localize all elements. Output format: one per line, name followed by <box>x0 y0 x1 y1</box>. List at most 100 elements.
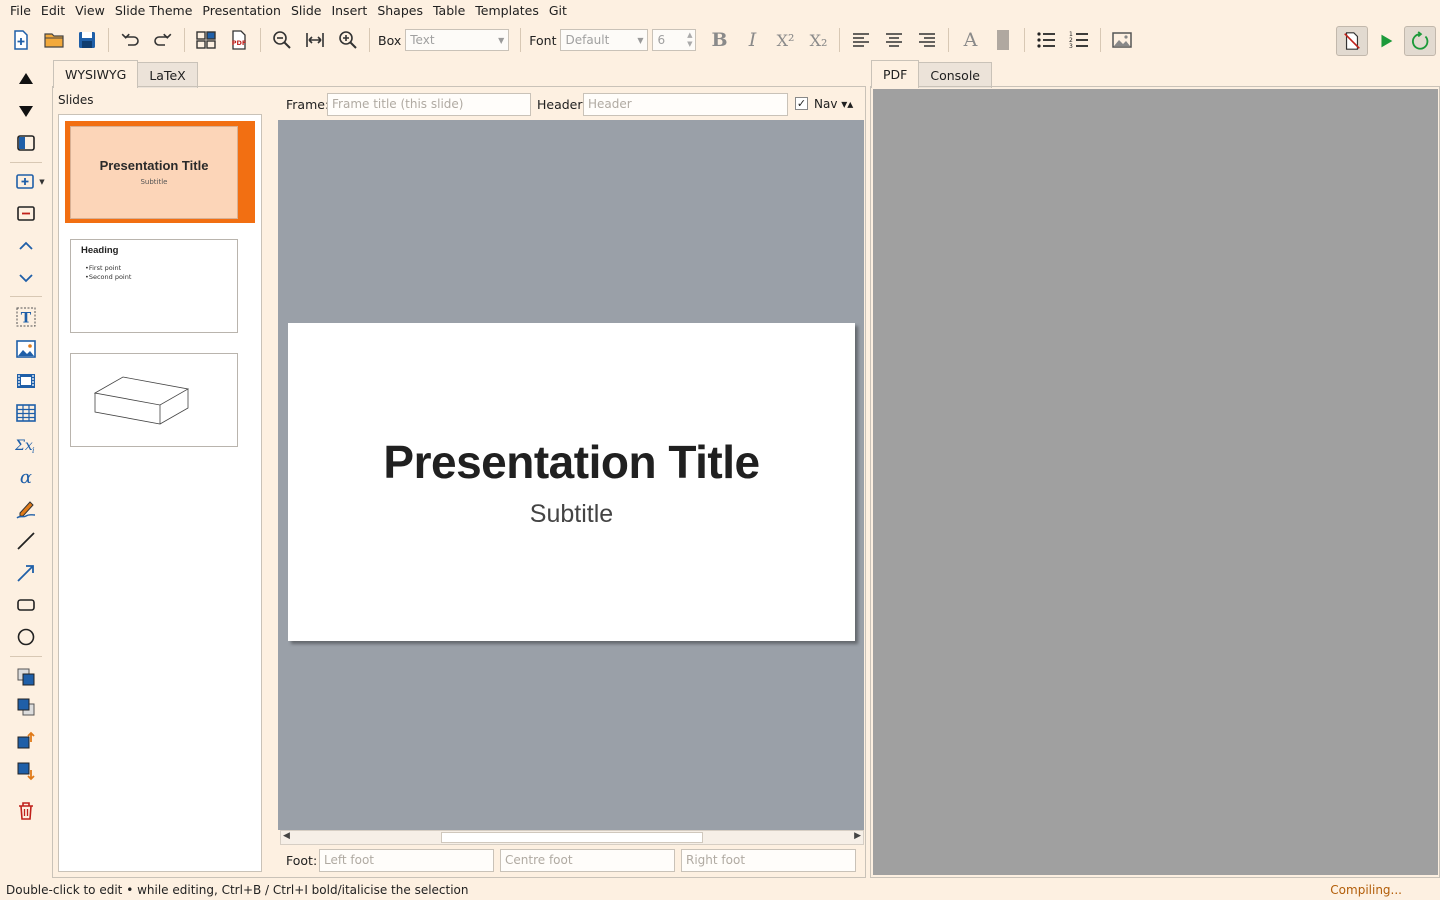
header-input[interactable]: Header <box>583 93 788 116</box>
current-slide[interactable]: Presentation Title Subtitle <box>288 323 855 641</box>
bullet-list-button[interactable] <box>1031 25 1061 55</box>
align-center-icon <box>886 33 903 47</box>
scrollbar-thumb[interactable] <box>441 832 703 843</box>
auto-compile-button[interactable] <box>1404 26 1436 56</box>
delete-slide-button[interactable] <box>12 201 40 227</box>
move-up-button[interactable] <box>12 66 40 92</box>
insert-image-button[interactable] <box>1107 25 1137 55</box>
undo-icon <box>121 33 139 46</box>
menu-view[interactable]: View <box>70 0 110 22</box>
italic-icon: I <box>748 29 757 51</box>
slide-thumbnail-3[interactable] <box>70 353 238 447</box>
insert-symbol-button[interactable]: α <box>12 464 40 490</box>
slide-up-button[interactable] <box>12 233 40 259</box>
undo-button[interactable] <box>115 25 145 55</box>
draw-arrow-button[interactable] <box>12 560 40 586</box>
slides-panel-label: Slides <box>58 93 94 107</box>
thumb-subtitle: Subtitle <box>140 178 168 186</box>
text-color-button[interactable]: A <box>955 25 985 55</box>
add-slide-dropdown[interactable]: ▼ <box>36 169 48 195</box>
move-down-button[interactable] <box>12 98 40 124</box>
insert-table-button[interactable] <box>12 400 40 426</box>
slide-down-button[interactable] <box>12 265 40 291</box>
redo-button[interactable] <box>148 25 178 55</box>
fit-width-button[interactable] <box>300 25 330 55</box>
draw-rectangle-button[interactable] <box>12 592 40 618</box>
send-backward-button[interactable] <box>12 758 40 784</box>
thumb-heading: Heading <box>81 245 119 256</box>
menu-git[interactable]: Git <box>544 0 572 22</box>
font-family-select[interactable]: Default ▼ <box>560 29 649 51</box>
left-foot-input[interactable]: Left foot <box>319 849 494 872</box>
tab-wysiwyg[interactable]: WYSIWYG <box>53 60 139 88</box>
svg-text:3: 3 <box>1069 43 1073 50</box>
insert-video-button[interactable] <box>12 368 40 394</box>
box-type-select[interactable]: Text ▼ <box>405 29 510 51</box>
font-size-spinner[interactable]: 6 ▲ ▼ <box>652 29 697 51</box>
export-pdf-button[interactable]: PDF <box>224 25 254 55</box>
nav-checkbox[interactable]: ✓ <box>795 97 808 110</box>
box-type-value: Text <box>410 33 435 47</box>
bring-to-front-button[interactable] <box>12 664 40 690</box>
toggle-preview-button[interactable] <box>1336 26 1368 56</box>
scroll-left-icon[interactable]: ◀ <box>283 831 290 841</box>
nav-label[interactable]: Nav ▾▴ <box>814 97 853 111</box>
bold-button[interactable]: B <box>704 25 734 55</box>
slide-thumbnail-1[interactable]: Presentation Title Subtitle <box>70 126 238 219</box>
bring-forward-button[interactable] <box>12 728 40 754</box>
menu-file[interactable]: File <box>5 0 36 22</box>
insert-image-tool[interactable] <box>12 336 40 362</box>
menu-slide[interactable]: Slide <box>286 0 327 22</box>
slide-title[interactable]: Presentation Title <box>288 435 855 489</box>
italic-button[interactable]: I <box>737 25 767 55</box>
status-bar: Double-click to edit • while editing, Ct… <box>0 880 1440 900</box>
numbered-list-button[interactable]: 123 <box>1064 25 1094 55</box>
save-button[interactable] <box>72 25 102 55</box>
toggle-panel-button[interactable] <box>12 130 40 156</box>
menu-edit[interactable]: Edit <box>36 0 70 22</box>
pdf-preview-area[interactable] <box>873 89 1438 875</box>
open-folder-button[interactable] <box>39 25 69 55</box>
left-toolbar-separator <box>10 656 42 657</box>
right-foot-input[interactable]: Right foot <box>681 849 856 872</box>
align-right-button[interactable] <box>912 25 942 55</box>
menu-templates[interactable]: Templates <box>470 0 544 22</box>
insert-text-button[interactable]: T <box>12 304 40 330</box>
centre-foot-input[interactable]: Centre foot <box>500 849 675 872</box>
align-center-button[interactable] <box>879 25 909 55</box>
freehand-draw-button[interactable] <box>12 496 40 522</box>
horizontal-scrollbar[interactable]: ◀ ▶ <box>280 830 864 845</box>
menu-insert[interactable]: Insert <box>326 0 372 22</box>
subscript-button[interactable]: X₂ <box>803 25 833 55</box>
tab-console[interactable]: Console <box>918 62 992 88</box>
new-file-button[interactable] <box>6 25 36 55</box>
alpha-icon: α <box>20 467 32 488</box>
zoom-out-button[interactable] <box>267 25 297 55</box>
frame-title-input[interactable]: Frame title (this slide) <box>327 93 531 116</box>
film-icon <box>17 374 35 388</box>
scroll-right-icon[interactable]: ▶ <box>854 831 861 841</box>
send-to-back-button[interactable] <box>12 694 40 720</box>
superscript-icon: X² <box>776 30 795 50</box>
redo-icon <box>154 33 172 46</box>
slide-thumbnail-2[interactable]: Heading •First point •Second point <box>70 239 238 333</box>
delete-button[interactable] <box>12 798 40 824</box>
send-back-icon <box>17 698 35 716</box>
tab-pdf[interactable]: PDF <box>871 60 920 88</box>
draw-line-button[interactable] <box>12 528 40 554</box>
insert-equation-button[interactable]: Σx i <box>12 432 40 458</box>
zoom-in-button[interactable] <box>333 25 363 55</box>
menu-presentation[interactable]: Presentation <box>197 0 286 22</box>
slide-overview-button[interactable] <box>191 25 221 55</box>
tab-latex[interactable]: LaTeX <box>137 62 198 88</box>
superscript-button[interactable]: X² <box>770 25 800 55</box>
menu-slide-theme[interactable]: Slide Theme <box>110 0 198 22</box>
send-backward-icon <box>17 762 35 781</box>
draw-ellipse-button[interactable] <box>12 624 40 650</box>
menu-table[interactable]: Table <box>428 0 470 22</box>
run-button[interactable] <box>1370 26 1402 56</box>
slide-subtitle[interactable]: Subtitle <box>288 500 855 529</box>
menu-shapes[interactable]: Shapes <box>372 0 428 22</box>
fill-color-button[interactable] <box>988 25 1018 55</box>
align-left-button[interactable] <box>846 25 876 55</box>
